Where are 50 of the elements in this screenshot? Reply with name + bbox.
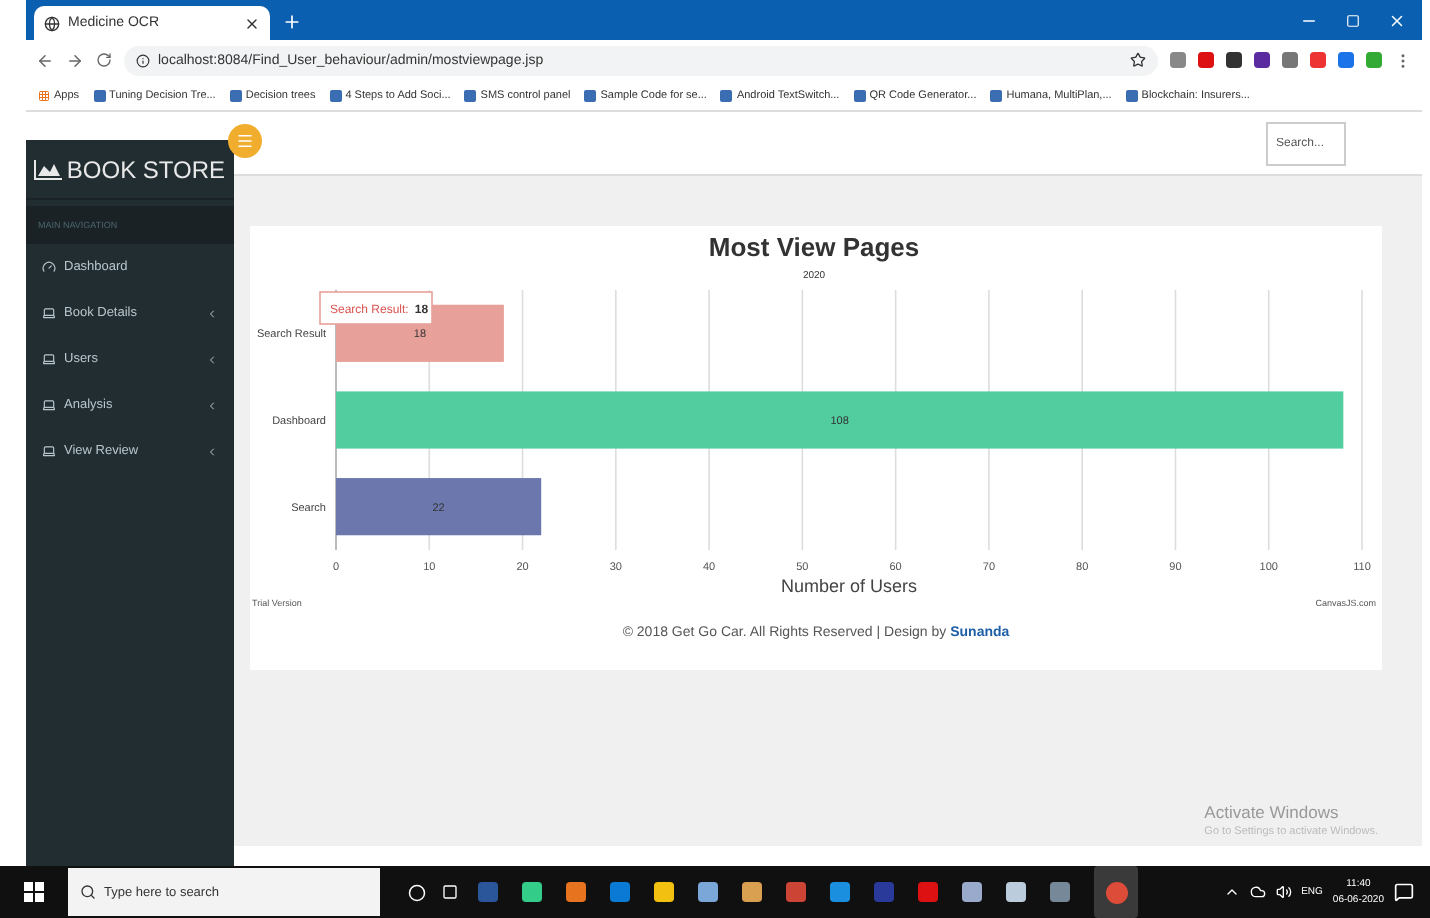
app-icon[interactable]: [654, 882, 674, 902]
favicon-icon: [93, 89, 106, 101]
favicon-icon: [720, 89, 733, 101]
app-icon[interactable]: [610, 882, 630, 902]
menu-icon: [236, 132, 254, 150]
app-icon[interactable]: [698, 882, 718, 902]
task-view-icon[interactable]: [442, 884, 458, 900]
windows-icon[interactable]: [24, 882, 44, 902]
info-icon: [136, 53, 150, 67]
cloud-icon[interactable]: [1249, 884, 1266, 900]
favicon-icon: [229, 89, 242, 101]
caret-icon[interactable]: [1223, 884, 1240, 900]
app-icon[interactable]: [566, 882, 586, 902]
reload-icon[interactable]: [96, 52, 112, 68]
app-icon[interactable]: [918, 882, 938, 902]
favicon-icon: [990, 89, 1003, 101]
dashboard-icon: [42, 260, 56, 274]
favicon-icon: [329, 89, 342, 101]
restore-icon[interactable]: [1346, 13, 1360, 27]
back-icon[interactable]: [36, 51, 54, 69]
laptop-icon: [42, 306, 56, 320]
laptop-icon: [42, 444, 56, 458]
favicon-icon: [464, 89, 477, 101]
laptop-icon: [42, 352, 56, 366]
activation-title: Activate Windows: [1204, 802, 1341, 822]
apps-icon: [38, 89, 50, 101]
search-icon: [80, 884, 96, 900]
app-icon[interactable]: [830, 882, 850, 902]
new-tab-icon[interactable]: [282, 12, 302, 32]
laptop-icon: [42, 398, 56, 412]
app-icon[interactable]: [962, 882, 982, 902]
notification-icon[interactable]: [1394, 882, 1414, 902]
chart-logo-icon: [34, 159, 63, 179]
app-icon[interactable]: [742, 882, 762, 902]
axis-title: Number of Users: [780, 576, 918, 596]
app-icon[interactable]: [786, 882, 806, 902]
star-icon[interactable]: [1130, 52, 1146, 68]
speaker-icon[interactable]: [1275, 884, 1292, 900]
chart-title: Most View Pages: [708, 232, 920, 262]
cortana-icon[interactable]: [408, 883, 426, 901]
favicon-icon: [1125, 89, 1138, 101]
forward-icon[interactable]: [66, 51, 84, 69]
globe-icon: [44, 15, 60, 31]
favicon-icon: [584, 89, 597, 101]
favicon-icon: [853, 89, 866, 101]
browser-app-icon[interactable]: [1094, 866, 1138, 918]
close-icon[interactable]: [244, 15, 260, 31]
app-icon[interactable]: [522, 882, 542, 902]
app-icon[interactable]: [1006, 882, 1026, 902]
app-icon[interactable]: [1050, 882, 1070, 902]
